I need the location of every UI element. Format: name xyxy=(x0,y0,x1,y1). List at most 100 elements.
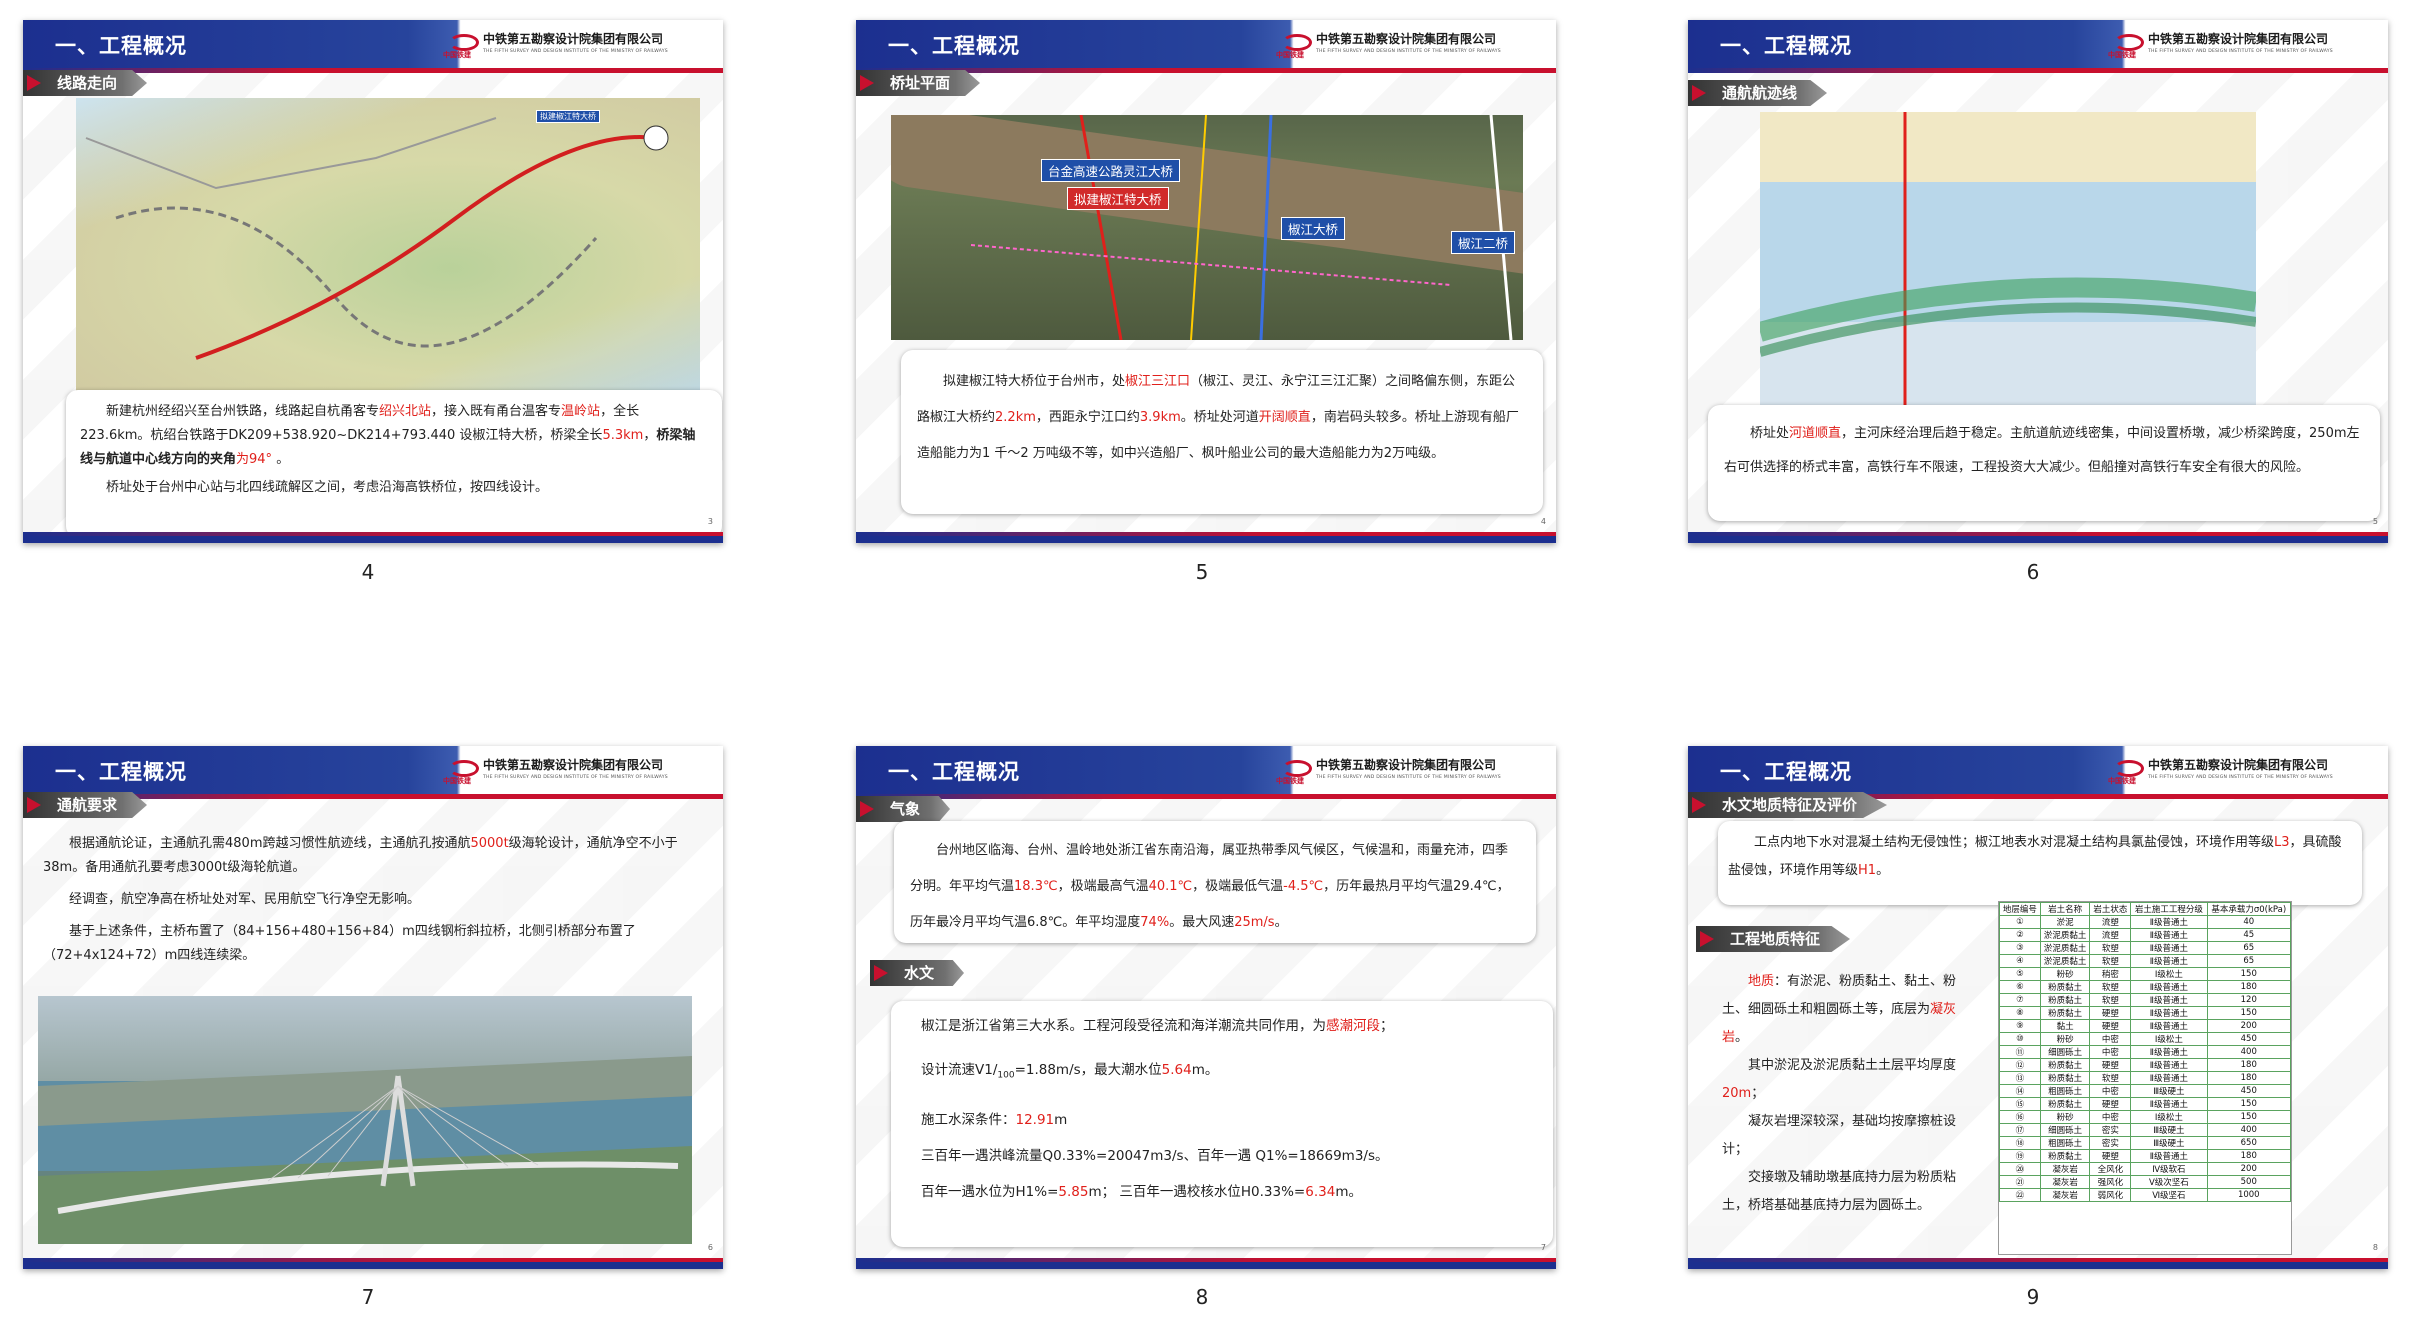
table-cell: 粉砂 xyxy=(2039,1032,2091,1046)
soil-layer-table: 地层编号 岩土名称 岩土状态 岩土施工工程分级 基本承载力σ0(kPa) ① 淤泥… xyxy=(1998,901,2292,1255)
table-cell: ⑪ xyxy=(1999,1045,2041,1059)
table-cell: Ⅱ级普通土 xyxy=(2130,993,2208,1007)
table-cell: Ⅱ级普通土 xyxy=(2130,980,2208,994)
slide-7[interactable]: 一、工程概况 中国铁建 中铁第五勘察设计院集团有限公司 THE FIFTH SU… xyxy=(23,746,723,1269)
table-cell: ⑭ xyxy=(1999,1084,2041,1098)
table-cell: ⑱ xyxy=(1999,1136,2041,1150)
table-row: ⑥ 粉质黏土 软塑 Ⅱ级普通土 180 xyxy=(1999,980,2292,994)
section-tag: 通航要求 xyxy=(23,792,148,818)
page-number: 3 xyxy=(707,517,713,526)
slide-8[interactable]: 一、工程概况 中国铁建 中铁第五勘察设计院集团有限公司 THE FIFTH SU… xyxy=(856,746,1556,1269)
slide-caption: 6 xyxy=(2026,560,2040,584)
slide-caption: 8 xyxy=(1195,1285,1209,1309)
table-cell: ⑥ xyxy=(1999,980,2041,994)
table-cell: 180 xyxy=(2206,1149,2292,1163)
table-cell: Ⅴ级次坚石 xyxy=(2130,1175,2208,1189)
hydrogeology-box: 工点内地下水对混凝土结构无侵蚀性；椒江地表水对混凝土结构具氯盐侵蚀，环境作用等级… xyxy=(1718,821,2362,905)
table-cell: Ⅰ级松土 xyxy=(2130,1032,2208,1046)
text-box: 新建杭州经绍兴至台州铁路，线路起自杭甬客专绍兴北站，接入既有甬台温客专温岭站，全… xyxy=(66,390,722,538)
table-cell: 凝灰岩 xyxy=(2039,1188,2091,1202)
slide-header: 一、工程概况 中国铁建 中铁第五勘察设计院集团有限公司 THE FIFTH SU… xyxy=(856,746,1556,799)
table-cell: 120 xyxy=(2206,993,2292,1007)
table-cell: ㉒ xyxy=(1999,1188,2041,1202)
section-tag: 线路走向 xyxy=(23,70,148,96)
table-cell: 黏土 xyxy=(2039,1019,2091,1033)
table-cell: Ⅱ级普通土 xyxy=(2130,1149,2208,1163)
table-cell: 粉质黏土 xyxy=(2039,1058,2091,1072)
slide-title: 一、工程概况 xyxy=(888,34,1020,58)
table-cell: 中密 xyxy=(2089,1032,2132,1046)
table-cell: 中密 xyxy=(2089,1084,2132,1098)
table-header-cell: 岩土状态 xyxy=(2089,902,2132,916)
table-cell: Ⅱ级普通土 xyxy=(2130,1006,2208,1020)
section-tag: 气象 xyxy=(856,796,951,822)
table-row: ⑩ 粉砂 中密 Ⅰ级松土 450 xyxy=(1999,1032,2292,1046)
table-cell: 粗圆砾土 xyxy=(2039,1136,2091,1150)
table-cell: Ⅱ级普通土 xyxy=(2130,915,2208,929)
slide-header: 一、工程概况 中国铁建 中铁第五勘察设计院集团有限公司 THE FIFTH SU… xyxy=(23,20,723,73)
table-cell: 粉质黏土 xyxy=(2039,993,2091,1007)
table-cell: 硬塑 xyxy=(2089,1097,2132,1111)
table-cell: 150 xyxy=(2206,1006,2292,1020)
company-logo: 中国铁建 中铁第五勘察设计院集团有限公司 THE FIFTH SURVEY AN… xyxy=(1276,758,1501,785)
section-tag: 桥址平面 xyxy=(856,70,981,96)
slide-title: 一、工程概况 xyxy=(1720,34,1852,58)
page-number: 5 xyxy=(2372,517,2378,526)
table-cell: Ⅲ级硬土 xyxy=(2130,1084,2208,1098)
slide-header: 一、工程概况 中国铁建 中铁第五勘察设计院集团有限公司 THE FIFTH SU… xyxy=(1688,20,2388,73)
table-row: ⑮ 粉质黏土 硬塑 Ⅱ级普通土 150 xyxy=(1999,1097,2292,1111)
table-cell: 弱风化 xyxy=(2089,1188,2132,1202)
paragraph: 其中淤泥及淤泥质黏土土层平均厚度20m； xyxy=(1722,1058,1957,1101)
paragraph: 基于上述条件，主桥布置了（84+156+480+156+84）m四线钢桁斜拉桥，… xyxy=(43,924,636,963)
slide-header: 一、工程概况 中国铁建 中铁第五勘察设计院集团有限公司 THE FIFTH SU… xyxy=(23,746,723,799)
table-row: ⑲ 粉质黏土 硬塑 Ⅱ级普通土 180 xyxy=(1999,1149,2292,1163)
table-row: ⑦ 粉质黏土 软塑 Ⅱ级普通土 120 xyxy=(1999,993,2292,1007)
table-cell: 400 xyxy=(2206,1123,2292,1137)
hydro-line: 百年一遇水位为H1%=5.85m； 三百年一遇校核水位H0.33%=6.34m。 xyxy=(921,1183,1362,1200)
table-cell: Ⅱ级普通土 xyxy=(2130,928,2208,942)
table-cell: 硬塑 xyxy=(2089,1006,2132,1020)
table-cell: 450 xyxy=(2206,1084,2292,1098)
paragraph: 凝灰岩埋深较深，基础均按摩擦桩设计； xyxy=(1722,1114,1957,1157)
table-cell: 中密 xyxy=(2089,1110,2132,1124)
section-tag: 水文 xyxy=(870,960,965,986)
table-row: ② 淤泥质黏土 流塑 Ⅱ级普通土 45 xyxy=(1999,928,2292,942)
company-logo: 中国铁建 中铁第五勘察设计院集团有限公司 THE FIFTH SURVEY AN… xyxy=(2108,32,2333,59)
table-cell: ⑦ xyxy=(1999,993,2041,1007)
paragraph: 桥址处于台州中心站与北四线疏解区之间，考虑沿海高铁桥位，按四线设计。 xyxy=(106,480,549,495)
slide-header: 一、工程概况 中国铁建 中铁第五勘察设计院集团有限公司 THE FIFTH SU… xyxy=(1688,746,2388,799)
table-cell: Ⅱ级普通土 xyxy=(2130,941,2208,955)
table-cell: 粗圆砾土 xyxy=(2039,1084,2091,1098)
table-cell: ⑳ xyxy=(1999,1162,2041,1176)
paragraph: 工点内地下水对混凝土结构无侵蚀性；椒江地表水对混凝土结构具氯盐侵蚀，环境作用等级… xyxy=(1728,835,2342,878)
table-cell: 凝灰岩 xyxy=(2039,1162,2091,1176)
table-cell: 细圆砾土 xyxy=(2039,1123,2091,1137)
table-cell: Ⅲ级硬土 xyxy=(2130,1136,2208,1150)
section-tag: 通航航迹线 xyxy=(1688,80,1828,106)
table-row: ⑤ 粉砂 稍密 Ⅰ级松土 150 xyxy=(1999,967,2292,981)
table-row: ⑫ 粉质黏土 硬塑 Ⅱ级普通土 180 xyxy=(1999,1058,2292,1072)
hydrology-box: 椒江是浙江省第三大水系。工程河段受径流和海洋潮流共同作用，为感潮河段； 设计流速… xyxy=(891,1001,1553,1247)
table-cell: 40 xyxy=(2206,915,2292,929)
table-cell: 400 xyxy=(2206,1045,2292,1059)
table-cell: 软塑 xyxy=(2089,954,2132,968)
table-row: ⑨ 黏土 硬塑 Ⅱ级普通土 200 xyxy=(1999,1019,2292,1033)
slide-4[interactable]: 一、工程概况 中国铁建 中铁第五勘察设计院集团有限公司 THE FIFTH SU… xyxy=(23,20,723,543)
table-cell: 450 xyxy=(2206,1032,2292,1046)
table-cell: 凝灰岩 xyxy=(2039,1175,2091,1189)
table-cell: 180 xyxy=(2206,1071,2292,1085)
table-cell: 中密 xyxy=(2089,1045,2132,1059)
table-cell: ④ xyxy=(1999,954,2041,968)
paragraph: 拟建椒江特大桥位于台州市，处椒江三江口（椒江、灵江、永宁江三江汇聚）之间略偏东侧… xyxy=(917,374,1519,461)
page-number: 4 xyxy=(1540,517,1546,526)
table-cell: Ⅲ级硬土 xyxy=(2130,1123,2208,1137)
slide-6[interactable]: 一、工程概况 中国铁建 中铁第五勘察设计院集团有限公司 THE FIFTH SU… xyxy=(1688,20,2388,543)
slide-9[interactable]: 一、工程概况 中国铁建 中铁第五勘察设计院集团有限公司 THE FIFTH SU… xyxy=(1688,746,2388,1269)
table-header-cell: 地层编号 xyxy=(1999,902,2041,916)
table-cell: 流塑 xyxy=(2089,915,2132,929)
slide-footer xyxy=(856,527,1556,543)
slide-5[interactable]: 一、工程概况 中国铁建 中铁第五勘察设计院集团有限公司 THE FIFTH SU… xyxy=(856,20,1556,543)
table-cell: Ⅳ级软石 xyxy=(2130,1162,2208,1176)
table-cell: Ⅵ级坚石 xyxy=(2130,1188,2208,1202)
slide-caption: 4 xyxy=(361,560,375,584)
